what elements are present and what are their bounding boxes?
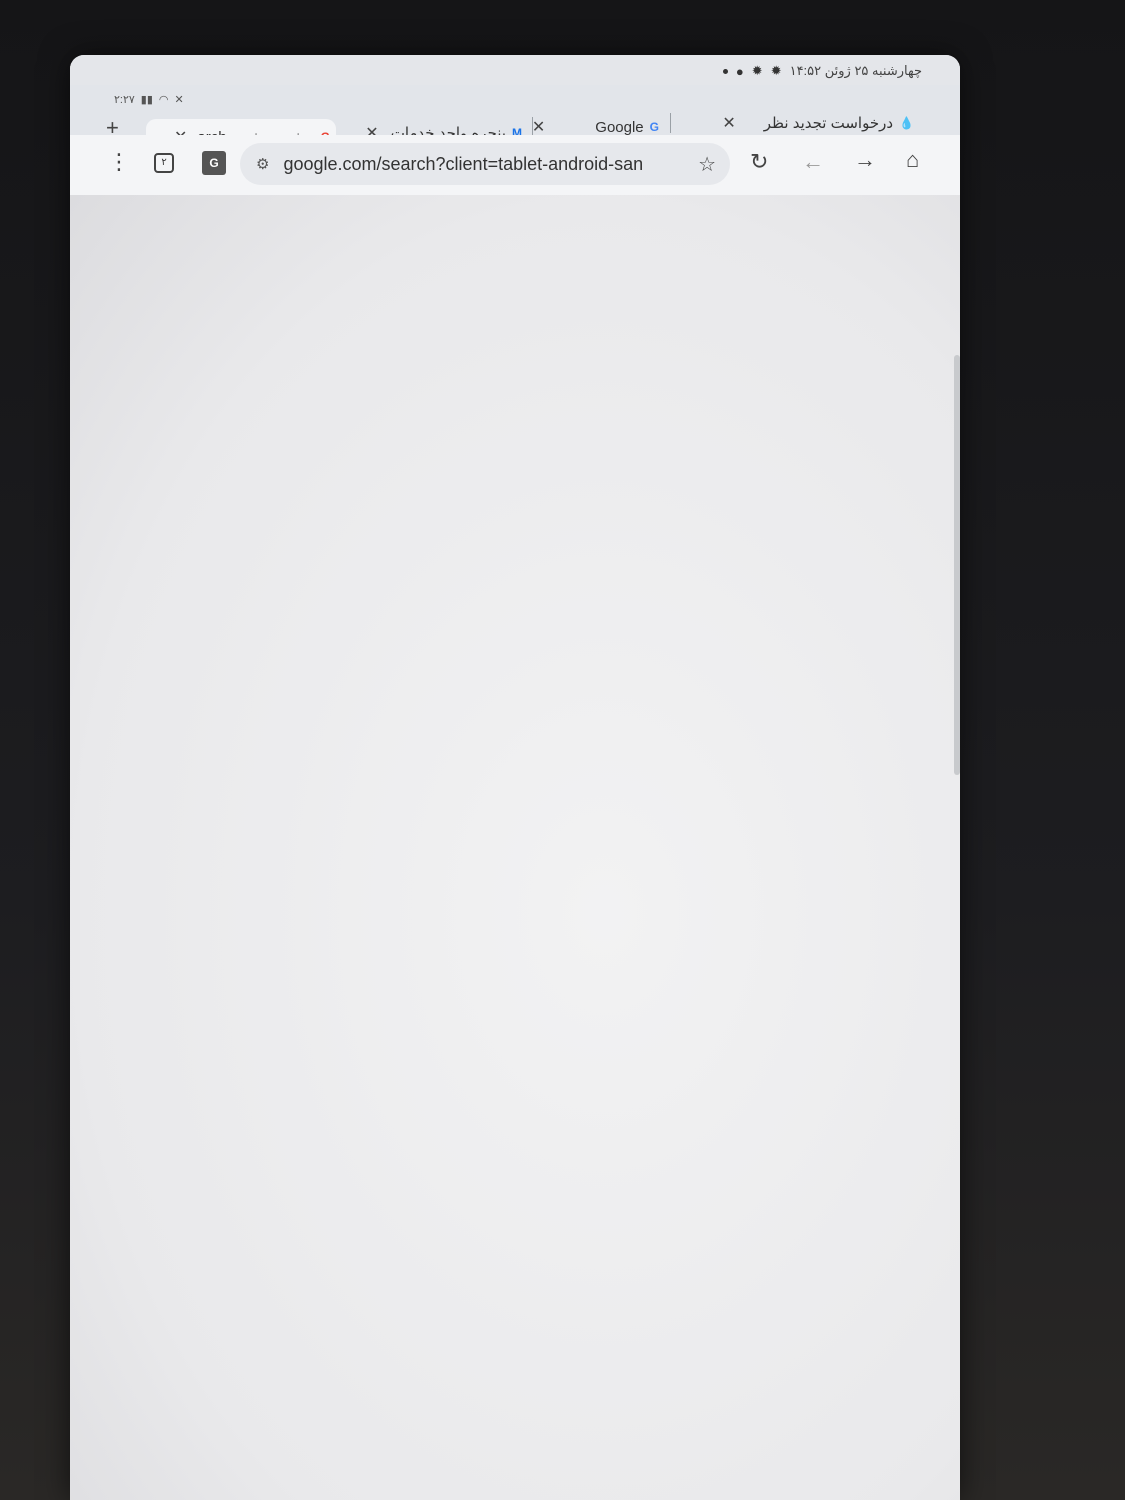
close-icon[interactable]: ✕ xyxy=(722,113,735,133)
web-page-content xyxy=(70,195,960,1500)
address-bar[interactable]: ⚙ google.com/search?client=tablet-androi… xyxy=(240,143,730,185)
browser-toolbar: ⌂ → ← ↻ ⚙ google.com/search?client=table… xyxy=(70,135,960,196)
tablet-screen: چهارشنبه ۲۵ ژوئن ۱۴:۵۲ ✹ ✹ ● ۲:۲۷ ▮▮ ◠ ✕… xyxy=(70,55,960,1500)
tablet-frame: چهارشنبه ۲۵ ژوئن ۱۴:۵۲ ✹ ✹ ● ۲:۲۷ ▮▮ ◠ ✕… xyxy=(0,0,1125,1500)
battery-level: ۲:۲۷ xyxy=(114,94,135,106)
scrollbar[interactable] xyxy=(954,355,960,775)
tab-separator xyxy=(532,117,533,137)
wifi-icon: ◠ xyxy=(158,94,169,106)
google-favicon-icon: G xyxy=(649,120,659,134)
tab-title: Google xyxy=(595,118,644,136)
back-icon[interactable]: ← xyxy=(802,149,824,175)
tab-switcher-button[interactable]: ۲ xyxy=(154,153,174,173)
translate-icon[interactable]: G xyxy=(202,151,226,175)
bookmark-star-icon[interactable]: ☆ xyxy=(698,152,716,177)
account-icon: ● xyxy=(735,63,744,79)
tab-title: درخواست تجدید نظر xyxy=(763,115,894,132)
more-notifications-dot xyxy=(722,68,728,74)
signal-icon: ▮▮ xyxy=(140,94,153,106)
forward-icon[interactable]: → xyxy=(854,147,876,173)
status-right: چهارشنبه ۲۵ ژوئن ۱۴:۵۲ ✹ ✹ ● xyxy=(722,63,922,79)
tab-separator xyxy=(670,113,671,133)
home-icon[interactable]: ⌂ xyxy=(906,147,919,173)
close-icon[interactable]: ✕ xyxy=(532,117,545,137)
url-text[interactable]: google.com/search?client=tablet-android-… xyxy=(283,154,673,175)
status-left: ۲:۲۷ ▮▮ ◠ ✕ xyxy=(114,93,184,106)
notification-icon: ✹ xyxy=(770,63,782,78)
menu-dots-icon[interactable]: ⋮ xyxy=(108,149,130,175)
reload-icon[interactable]: ↻ xyxy=(750,149,768,175)
notification-icon-2: ✹ xyxy=(751,63,763,78)
drop-icon: 💧 xyxy=(899,116,914,130)
status-date-time: چهارشنبه ۲۵ ژوئن ۱۴:۵۲ xyxy=(789,63,922,78)
mute-icon: ✕ xyxy=(174,94,184,106)
site-settings-icon[interactable]: ⚙ xyxy=(256,155,269,173)
